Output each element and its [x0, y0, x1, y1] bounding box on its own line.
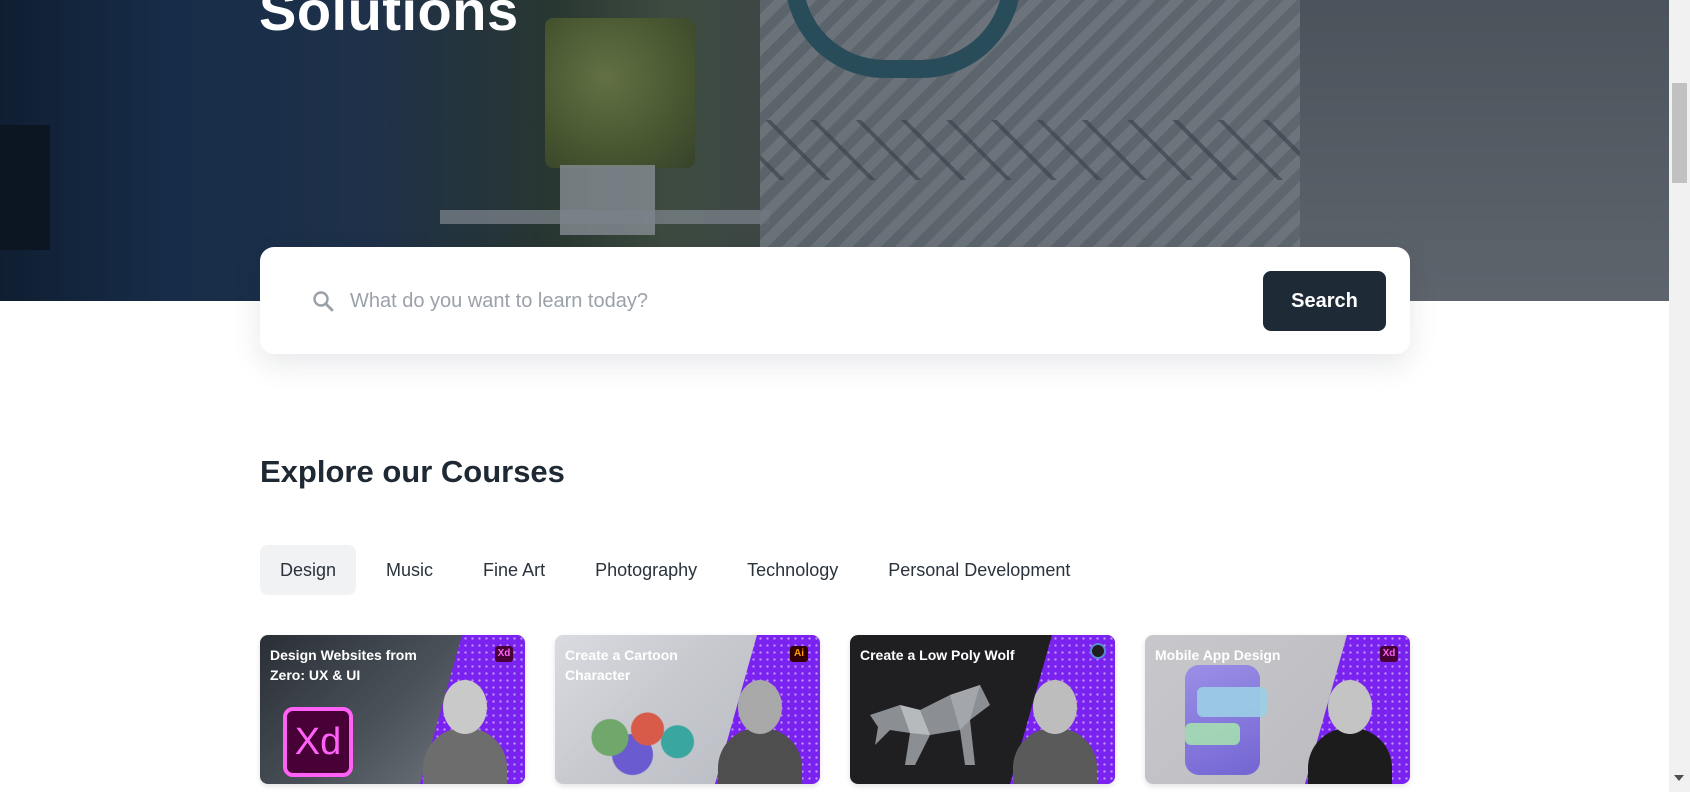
course-card[interactable]: Create a Low Poly Wolf — [850, 635, 1115, 784]
instructor-photo — [1308, 666, 1392, 784]
course-title: Create a Low Poly Wolf — [860, 647, 1015, 663]
course-title: Mobile App Design — [1155, 647, 1281, 663]
xd-badge-icon: Xd — [495, 646, 513, 662]
course-card[interactable]: Xd Design Websites from Zero: UX & UI Xd — [260, 635, 525, 784]
xd-logo-icon: Xd — [283, 707, 353, 777]
tab-photography[interactable]: Photography — [575, 545, 717, 595]
course-card[interactable]: Mobile App Design Xd — [1145, 635, 1410, 784]
cartoon-characters-image — [565, 695, 715, 780]
tab-fine-art[interactable]: Fine Art — [463, 545, 565, 595]
instructor-photo — [1013, 666, 1097, 784]
wolf-image — [870, 685, 990, 765]
search-button[interactable]: Search — [1263, 271, 1386, 331]
course-title: Create a Cartoon Character — [565, 647, 678, 683]
tab-technology[interactable]: Technology — [727, 545, 858, 595]
category-tabs: Design Music Fine Art Photography Techno… — [260, 545, 1100, 595]
page-scrollbar[interactable] — [1669, 0, 1690, 792]
xd-badge-icon: Xd — [1380, 646, 1398, 662]
hero-title: Solutions — [259, 0, 519, 42]
tab-personal-development[interactable]: Personal Development — [868, 545, 1090, 595]
ai-badge-icon: Ai — [790, 646, 808, 662]
tab-music[interactable]: Music — [366, 545, 453, 595]
tab-design[interactable]: Design — [260, 545, 357, 595]
search-icon — [313, 291, 334, 312]
search-input[interactable] — [348, 277, 1252, 325]
section-title: Explore our Courses — [260, 454, 565, 489]
phone-mockup-image — [1185, 665, 1267, 775]
course-card[interactable]: Create a Cartoon Character Ai — [555, 635, 820, 784]
search-bar: Search — [260, 247, 1410, 354]
scroll-down-arrow-icon[interactable] — [1674, 775, 1684, 781]
blender-icon — [1090, 643, 1106, 659]
scrollbar-thumb[interactable] — [1672, 83, 1687, 183]
course-title: Design Websites from Zero: UX & UI — [270, 647, 417, 683]
